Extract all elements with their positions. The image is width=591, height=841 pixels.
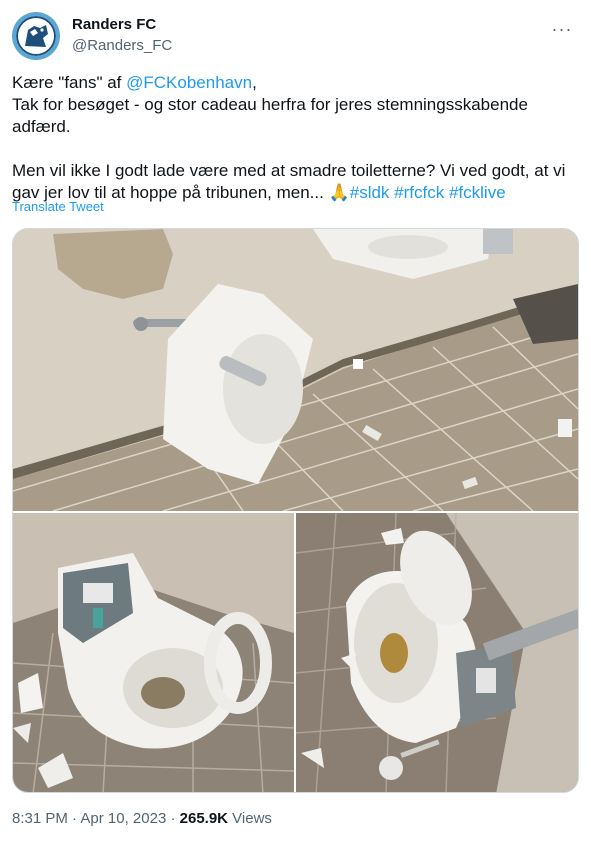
translate-tweet-link[interactable]: Translate Tweet bbox=[12, 199, 104, 214]
tweet-line: Tak for besøget - og stor cadeau herfra … bbox=[12, 95, 528, 114]
tweet-header: Randers FC @Randers_FC ··· bbox=[12, 12, 579, 60]
hashtag-link[interactable]: #rfcfck bbox=[394, 183, 444, 202]
meta-separator: · bbox=[67, 810, 81, 827]
author-handle[interactable]: @Randers_FC bbox=[72, 37, 172, 54]
photo-broken-toilet-right[interactable] bbox=[296, 513, 578, 792]
hashtag-link[interactable]: #sldk bbox=[350, 183, 390, 202]
tweet-date[interactable]: Apr 10, 2023 bbox=[80, 810, 166, 827]
hashtag-link[interactable]: #fcklive bbox=[449, 183, 506, 202]
mention-link[interactable]: @FCKobenhavn bbox=[126, 73, 252, 92]
club-crest-logo bbox=[16, 16, 56, 56]
tweet-line: Kære "fans" af @FCKobenhavn, bbox=[12, 72, 579, 94]
avatar[interactable] bbox=[12, 12, 60, 60]
tweet-line: adfærd. bbox=[12, 117, 71, 136]
author-name[interactable]: Randers FC bbox=[72, 16, 156, 33]
photo-broken-toilet-left[interactable] bbox=[13, 513, 294, 792]
tweet-line: Men vil ikke I godt lade være med at sma… bbox=[12, 161, 566, 180]
tweet-meta: 8:31 PM · Apr 10, 2023 · 265.9K Views bbox=[12, 810, 272, 827]
more-options-icon[interactable]: ··· bbox=[545, 20, 579, 44]
tweet-text-segment: , bbox=[252, 73, 257, 92]
views-label: Views bbox=[228, 810, 272, 827]
media-grid bbox=[12, 228, 579, 793]
tweet-text: Kære "fans" af @FCKobenhavn, Tak for bes… bbox=[12, 72, 579, 204]
photo-broken-sink[interactable] bbox=[13, 229, 578, 511]
tweet-time[interactable]: 8:31 PM bbox=[12, 810, 68, 827]
views-count: 265.9K bbox=[179, 810, 229, 827]
tweet-text-segment: Kære "fans" af bbox=[12, 73, 127, 92]
meta-separator: · bbox=[166, 810, 180, 827]
